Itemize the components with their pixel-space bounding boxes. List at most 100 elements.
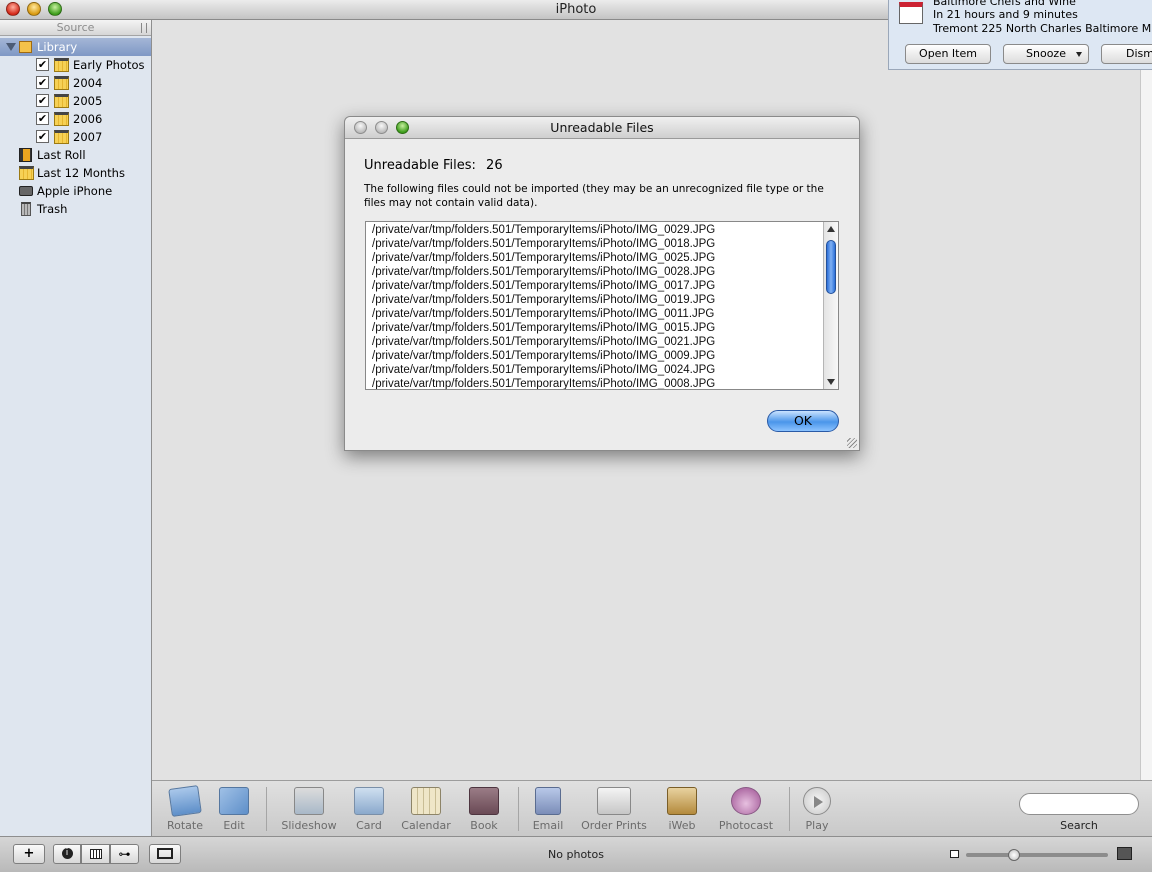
- order-prints-button[interactable]: Order Prints: [579, 787, 649, 832]
- status-bar: + i ⊶ No photos: [0, 836, 1152, 872]
- film-roll-icon: [19, 148, 32, 162]
- play-label: Play: [805, 819, 829, 832]
- book-icon: [469, 787, 499, 815]
- bottom-toolbar: Rotate Edit Slideshow Card Calendar Book…: [152, 780, 1152, 836]
- main-scrollbar[interactable]: [1140, 20, 1152, 780]
- calendar-label: Calendar: [401, 819, 451, 832]
- small-thumbnail-icon: [950, 850, 959, 858]
- sidebar-item-label: Apple iPhone: [37, 184, 113, 198]
- reminder-time: In 21 hours and 9 minutes: [933, 8, 1078, 21]
- slideshow-label: Slideshow: [281, 819, 337, 832]
- order-prints-label: Order Prints: [581, 819, 647, 832]
- unreadable-files-list[interactable]: /private/var/tmp/folders.501/TemporaryIt…: [365, 221, 839, 390]
- photocast-icon: [731, 787, 761, 815]
- calendar-album-icon: [54, 112, 69, 126]
- file-path-item[interactable]: /private/var/tmp/folders.501/TemporaryIt…: [372, 251, 715, 265]
- file-path-item[interactable]: /private/var/tmp/folders.501/TemporaryIt…: [372, 279, 715, 293]
- play-button[interactable]: Play: [787, 787, 847, 832]
- dropdown-arrow-icon: [1076, 52, 1082, 57]
- calendar-album-icon: [54, 94, 69, 108]
- file-path-item[interactable]: /private/var/tmp/folders.501/TemporaryIt…: [372, 223, 715, 237]
- edit-button[interactable]: Edit: [204, 787, 264, 832]
- zoom-slider-knob[interactable]: [1007, 849, 1020, 861]
- camera-icon: [19, 186, 33, 196]
- sidebar-item-label: 2006: [73, 112, 103, 126]
- album-checkbox[interactable]: ✔: [36, 76, 49, 89]
- calendar-album-icon: [54, 58, 69, 72]
- file-path-item[interactable]: /private/var/tmp/folders.501/TemporaryIt…: [372, 265, 715, 279]
- sidebar-album-2006[interactable]: ✔ 2006: [0, 110, 151, 128]
- dismiss-button[interactable]: Dismi: [1101, 44, 1152, 64]
- sidebar-album-2005[interactable]: ✔ 2005: [0, 92, 151, 110]
- file-path-item[interactable]: /private/var/tmp/folders.501/TemporaryIt…: [372, 321, 715, 335]
- rotate-icon: [168, 785, 202, 817]
- card-button[interactable]: Card: [339, 787, 399, 832]
- sidebar-album-early-photos[interactable]: ✔ Early Photos: [0, 56, 151, 74]
- album-checkbox[interactable]: ✔: [36, 130, 49, 143]
- sidebar-item-last-roll[interactable]: Last Roll: [0, 146, 151, 164]
- file-path-item[interactable]: /private/var/tmp/folders.501/TemporaryIt…: [372, 349, 715, 363]
- dialog-resize-grip[interactable]: [847, 438, 857, 448]
- thumbnail-size-slider[interactable]: [966, 849, 1108, 861]
- large-thumbnail-icon: [1117, 847, 1132, 860]
- sidebar-item-label: 2004: [73, 76, 103, 90]
- photocast-label: Photocast: [718, 819, 774, 832]
- calendar-album-icon: [54, 76, 69, 90]
- library-icon: [19, 41, 32, 53]
- file-path-item[interactable]: /private/var/tmp/folders.501/TemporaryIt…: [372, 335, 715, 349]
- source-sidebar: Source Library ✔ Early Photos ✔ 2004 ✔ 2…: [0, 20, 152, 836]
- iweb-icon: [667, 787, 697, 815]
- reminder-event-title: Baltimore Chefs and Wine: [933, 0, 1076, 8]
- ok-button[interactable]: OK: [767, 410, 839, 432]
- source-header-label: Source: [56, 21, 95, 34]
- file-path-item[interactable]: /private/var/tmp/folders.501/TemporaryIt…: [372, 307, 714, 321]
- unreadable-count-heading: Unreadable Files: 26: [364, 158, 503, 173]
- book-label: Book: [470, 819, 498, 832]
- reminder-location: Tremont 225 North Charles Baltimore MD 2…: [933, 22, 1152, 35]
- sidebar-resize-grip[interactable]: [141, 23, 147, 33]
- slideshow-icon: [294, 787, 324, 815]
- scroll-up-arrow-icon[interactable]: [827, 226, 835, 232]
- calendar-album-icon: [19, 166, 34, 180]
- calendar-icon: [411, 787, 441, 815]
- file-path-item[interactable]: /private/var/tmp/folders.501/TemporaryIt…: [372, 293, 715, 307]
- file-path-item[interactable]: /private/var/tmp/folders.501/TemporaryIt…: [372, 363, 715, 377]
- sidebar-item-label: 2005: [73, 94, 103, 108]
- album-checkbox[interactable]: ✔: [36, 58, 49, 71]
- event-reminder-popup: Baltimore Chefs and Wine In 21 hours and…: [888, 0, 1152, 70]
- sidebar-item-label: 2007: [73, 130, 103, 144]
- album-checkbox[interactable]: ✔: [36, 112, 49, 125]
- sidebar-item-library[interactable]: Library: [0, 38, 151, 56]
- book-button[interactable]: Book: [454, 787, 514, 832]
- snooze-button[interactable]: Snooze: [1003, 44, 1089, 64]
- open-item-button[interactable]: Open Item: [905, 44, 991, 64]
- email-button[interactable]: Email: [518, 787, 578, 832]
- slideshow-button[interactable]: Slideshow: [279, 787, 339, 832]
- file-path-item[interactable]: /private/var/tmp/folders.501/TemporaryIt…: [372, 377, 715, 389]
- scroll-down-arrow-icon[interactable]: [827, 379, 835, 385]
- calendar-button[interactable]: Calendar: [396, 787, 456, 832]
- photocast-button[interactable]: Photocast: [716, 787, 776, 832]
- file-list-scrollbar[interactable]: [823, 222, 838, 389]
- search-input[interactable]: [1019, 793, 1139, 815]
- snooze-label: Snooze: [1026, 47, 1066, 60]
- dialog-titlebar[interactable]: Unreadable Files: [345, 117, 859, 139]
- dialog-title: Unreadable Files: [550, 120, 654, 135]
- file-path-item[interactable]: /private/var/tmp/folders.501/TemporaryIt…: [372, 237, 715, 251]
- scroll-thumb[interactable]: [826, 240, 836, 294]
- unreadable-count-value: 26: [486, 158, 503, 173]
- sidebar-item-label: Last 12 Months: [37, 166, 125, 180]
- sidebar-album-2007[interactable]: ✔ 2007: [0, 128, 151, 146]
- dialog-description: The following files could not be importe…: [364, 183, 824, 209]
- sidebar-item-trash[interactable]: Trash: [0, 200, 151, 218]
- sidebar-item-last-12-months[interactable]: Last 12 Months: [0, 164, 151, 182]
- email-stamp-icon: [535, 787, 561, 815]
- sidebar-album-2004[interactable]: ✔ 2004: [0, 74, 151, 92]
- edit-pencil-icon: [219, 787, 249, 815]
- source-header: Source: [0, 20, 151, 36]
- disclosure-triangle-icon[interactable]: [6, 43, 16, 51]
- sidebar-item-apple-iphone[interactable]: Apple iPhone: [0, 182, 151, 200]
- iweb-button[interactable]: iWeb: [652, 787, 712, 832]
- play-triangle-icon: [814, 796, 823, 808]
- album-checkbox[interactable]: ✔: [36, 94, 49, 107]
